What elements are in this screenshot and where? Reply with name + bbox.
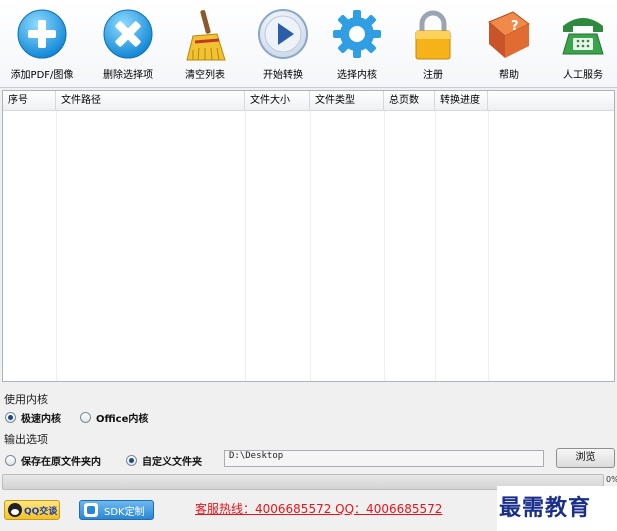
qq-penguin-icon [8, 503, 22, 517]
svg-text:?: ? [511, 19, 519, 34]
engine-office-option[interactable]: Office内核 [80, 410, 148, 425]
column-divider [435, 111, 436, 381]
phone-icon [562, 18, 604, 55]
column-header-path[interactable]: 文件路径 [56, 91, 245, 111]
engine-office-label: Office内核 [96, 414, 149, 425]
human-service-label: 人工服务 [563, 70, 603, 81]
engine-fast-label: 极速内核 [21, 414, 61, 425]
help-book-icon: ? [488, 11, 530, 58]
add-pdf-label: 添加PDF/图像 [10, 70, 74, 81]
radio-button[interactable] [5, 455, 16, 466]
custom-folder-label: 自定义文件夹 [142, 457, 202, 468]
start-convert-label: 开始转换 [263, 70, 303, 81]
lock-icon [415, 10, 451, 60]
column-header-pages[interactable]: 总页数 [384, 91, 435, 111]
service-hotline-link[interactable]: 客服热线：4006685572 QQ：4006685572 [195, 500, 442, 517]
column-header-index[interactable]: 序号 [3, 91, 56, 111]
delete-icon [103, 9, 153, 59]
radio-button[interactable] [80, 412, 91, 423]
clear-list-button[interactable]: 清空列表 [167, 8, 243, 86]
table-header: 序号 文件路径 文件大小 文件类型 总页数 转换进度 [3, 91, 614, 111]
column-header-progress[interactable]: 转换进度 [435, 91, 488, 111]
column-divider [56, 111, 57, 381]
sdk-custom-button[interactable]: SDK定制 [79, 500, 154, 520]
column-header-type[interactable]: 文件类型 [310, 91, 384, 111]
play-icon [258, 9, 308, 59]
toolbar: 添加PDF/图像 删除选择项 清空列表 开始转换 选择内核 注册 ? 帮助 人工… [0, 0, 617, 88]
save-original-folder-label: 保存在原文件夹内 [21, 457, 101, 468]
column-divider [245, 111, 246, 381]
column-header-size[interactable]: 文件大小 [245, 91, 310, 111]
column-divider [310, 111, 311, 381]
qq-chat-button[interactable]: QQ交谈 [4, 500, 60, 520]
delete-selected-button[interactable]: 删除选择项 [90, 8, 166, 86]
radio-button-selected[interactable] [5, 412, 16, 423]
help-label: 帮助 [499, 70, 519, 81]
delete-selected-label: 删除选择项 [103, 70, 153, 81]
watermark-text: 最需教育 [497, 486, 617, 531]
start-convert-button[interactable]: 开始转换 [245, 8, 321, 86]
sdk-box-icon [84, 503, 98, 517]
custom-folder-option[interactable]: 自定义文件夹 [126, 453, 202, 468]
add-pdf-button[interactable]: 添加PDF/图像 [4, 8, 80, 86]
register-label: 注册 [423, 70, 443, 81]
help-button[interactable]: ? 帮助 [471, 8, 547, 86]
column-divider [488, 111, 489, 381]
plus-icon [17, 9, 67, 59]
column-divider [384, 111, 385, 381]
qq-chat-label: QQ交谈 [24, 506, 58, 517]
register-button[interactable]: 注册 [395, 8, 471, 86]
broom-icon [186, 10, 226, 61]
human-service-button[interactable]: 人工服务 [545, 8, 617, 86]
select-engine-label: 选择内核 [337, 70, 377, 81]
gear-icon [333, 10, 381, 58]
engine-section-title: 使用内核 [4, 393, 48, 406]
clear-list-label: 清空列表 [185, 70, 225, 81]
save-original-folder-option[interactable]: 保存在原文件夹内 [5, 453, 101, 468]
progress-percent: 0% [606, 475, 617, 484]
browse-button[interactable]: 浏览 [556, 448, 615, 468]
engine-fast-option[interactable]: 极速内核 [5, 410, 61, 425]
file-list-table[interactable]: 序号 文件路径 文件大小 文件类型 总页数 转换进度 [2, 90, 615, 382]
radio-button-selected[interactable] [126, 455, 137, 466]
output-section-title: 输出选项 [4, 433, 48, 446]
sdk-custom-label: SDK定制 [104, 506, 145, 518]
output-path-field[interactable]: D:\Desktop [224, 450, 544, 467]
select-engine-button[interactable]: 选择内核 [319, 8, 395, 86]
